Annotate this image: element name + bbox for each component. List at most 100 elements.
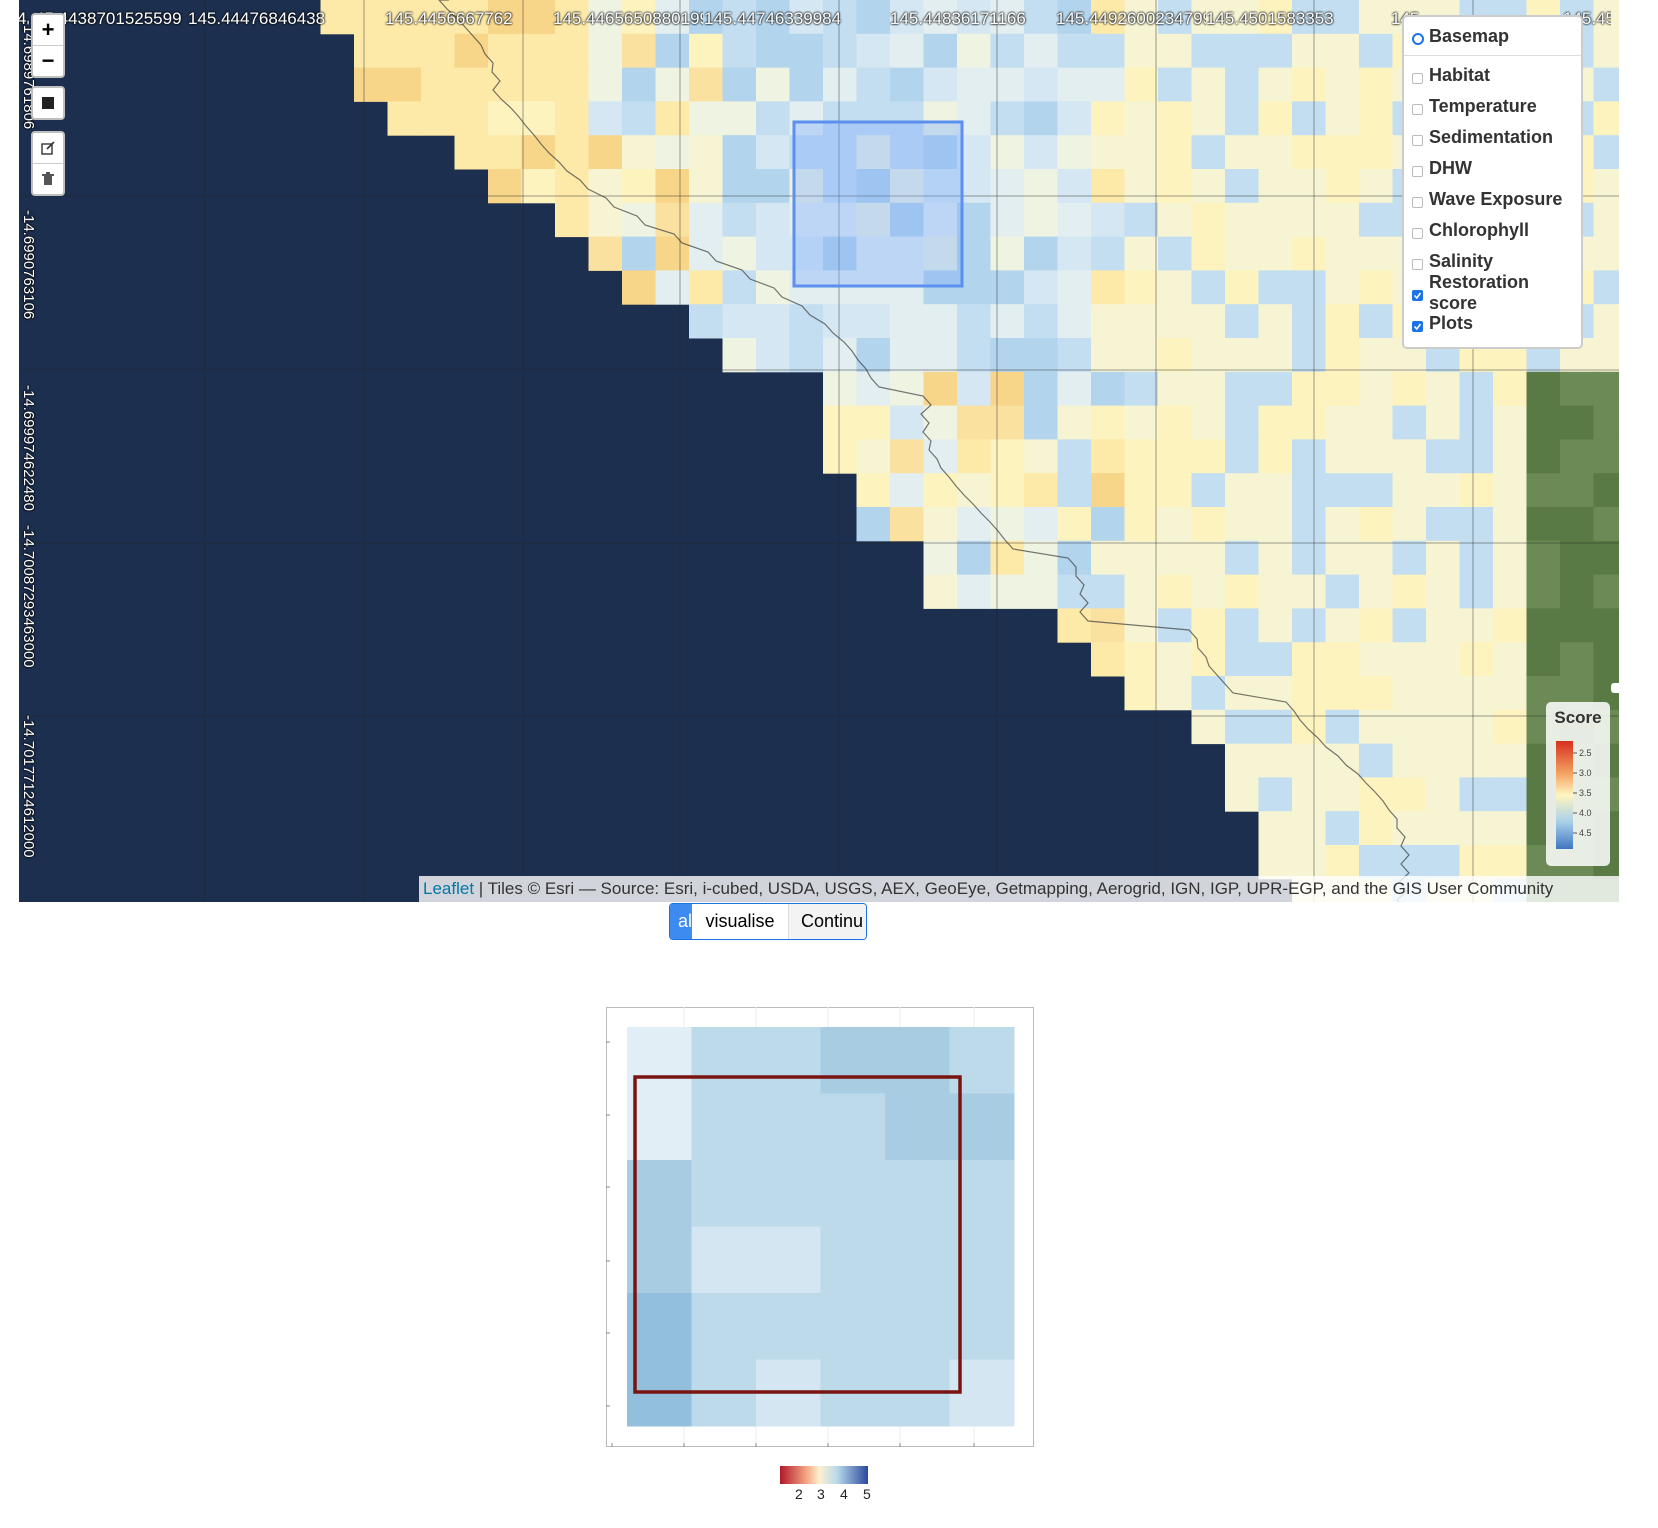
zoom-out-button[interactable]: − [33, 46, 63, 76]
raster-cell [1124, 236, 1159, 271]
raster-cell [454, 135, 489, 170]
raster-cell [1526, 371, 1561, 407]
layer-chlorophyll[interactable]: Chlorophyll [1412, 215, 1573, 246]
raster-cell [354, 67, 388, 102]
checkbox-icon[interactable] [1412, 290, 1423, 301]
raster-cell [1191, 202, 1226, 238]
raster-cell [923, 574, 958, 609]
raster-cell [957, 0, 991, 35]
edit-toolbar [31, 131, 65, 196]
raster-cell [1124, 371, 1159, 407]
raster-cell [1359, 0, 1393, 35]
heatmap-cell [820, 1293, 886, 1360]
layer-label: Plots [1429, 313, 1474, 333]
raster-cell [1225, 101, 1259, 136]
map-container[interactable]: 4 45.4438701525599 145.44476846438 145.4… [19, 0, 1619, 902]
visualise-button[interactable]: visualise [692, 904, 788, 939]
raster-cell [521, 67, 556, 102]
raster-cell [454, 67, 489, 102]
checkbox-icon[interactable] [1412, 166, 1423, 177]
edit-layers-button[interactable] [33, 133, 63, 164]
raster-cell [990, 202, 1025, 238]
delete-layers-button[interactable] [33, 164, 63, 194]
raster-cell [1258, 608, 1293, 643]
tab-button-active[interactable]: al [670, 904, 692, 939]
raster-cell [1459, 743, 1494, 778]
raster-cell [1024, 304, 1058, 339]
raster-cell [1124, 135, 1159, 170]
raster-cell [1292, 608, 1326, 643]
raster-cell [1493, 642, 1527, 677]
map-canvas[interactable] [19, 0, 1619, 902]
checkbox-icon[interactable] [1412, 104, 1423, 115]
raster-cell [1292, 811, 1326, 846]
raster-cell [1191, 405, 1226, 440]
raster-cell [521, 33, 556, 69]
raster-cell [1292, 540, 1326, 576]
raster-cell [1325, 33, 1360, 69]
checkbox-icon[interactable] [1412, 73, 1423, 84]
layer-wave-exposure[interactable]: Wave Exposure [1412, 184, 1573, 215]
raster-cell [1124, 405, 1159, 440]
raster-cell [1493, 371, 1527, 407]
layer-habitat[interactable]: Habitat [1412, 60, 1573, 91]
raster-cell [1225, 676, 1259, 711]
raster-cell [1292, 304, 1326, 339]
raster-cell [1057, 439, 1092, 474]
resize-handle[interactable] [1611, 683, 1619, 693]
layer-temperature[interactable]: Temperature [1412, 91, 1573, 122]
raster-cell [1292, 405, 1326, 440]
checkbox-icon[interactable] [1412, 259, 1423, 270]
raster-cell [722, 135, 757, 170]
leaflet-link[interactable]: Leaflet [423, 879, 474, 898]
raster-cell [1359, 777, 1393, 812]
raster-cell [1426, 473, 1460, 508]
raster-cell [1258, 304, 1293, 339]
raster-cell [1493, 473, 1527, 508]
raster-cell [1124, 338, 1159, 373]
raster-cell [1024, 67, 1058, 102]
layer-label: Wave Exposure [1429, 189, 1563, 209]
raster-cell [856, 67, 891, 102]
layer-restoration-score[interactable]: Restoration score [1412, 272, 1573, 313]
raster-cell [923, 33, 958, 69]
radio-icon[interactable] [1412, 33, 1424, 45]
raster-cell [1225, 709, 1259, 745]
continue-button[interactable]: Continu [788, 904, 866, 939]
layer-dhw[interactable]: DHW [1412, 153, 1573, 184]
checkbox-icon[interactable] [1412, 197, 1423, 208]
raster-cell [1493, 743, 1527, 778]
legend-tick-label: 4.0 [1579, 808, 1592, 818]
selected-plot-rectangle[interactable] [792, 120, 964, 288]
layer-sedimentation[interactable]: Sedimentation [1412, 122, 1573, 153]
raster-cell [1593, 439, 1619, 474]
checkbox-icon[interactable] [1412, 321, 1423, 332]
raster-cell [588, 33, 623, 69]
checkbox-icon[interactable] [1412, 228, 1423, 239]
raster-cell [1493, 540, 1527, 576]
raster-cell [1325, 169, 1360, 204]
raster-cell [1158, 33, 1192, 69]
raster-cell [1057, 338, 1092, 373]
checkbox-icon[interactable] [1412, 135, 1423, 146]
zoom-in-button[interactable]: + [33, 15, 63, 46]
layer-basemap[interactable]: Basemap [1412, 21, 1573, 52]
raster-cell [1593, 338, 1619, 373]
raster-cell [823, 371, 857, 407]
heatmap-cell [820, 1093, 886, 1161]
raster-cell [923, 507, 958, 542]
raster-cell [1124, 67, 1159, 102]
raster-cell [689, 135, 723, 170]
raster-cell [655, 270, 690, 305]
raster-cell [1426, 811, 1460, 846]
raster-cell [990, 236, 1025, 271]
layer-label: Sedimentation [1429, 127, 1554, 147]
draw-rectangle-button[interactable] [33, 88, 63, 118]
raster-cell [1292, 169, 1326, 204]
raster-cell [1392, 371, 1427, 407]
raster-cell [1225, 304, 1259, 339]
raster-cell [1124, 202, 1159, 238]
heatmap-cell [820, 1226, 886, 1294]
raster-cell [823, 439, 857, 474]
raster-cell [521, 169, 556, 204]
